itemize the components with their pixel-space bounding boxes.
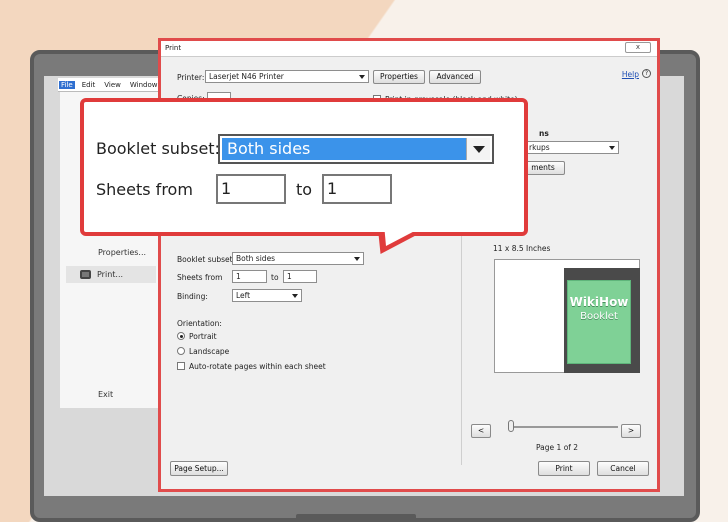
advanced-button[interactable]: Advanced xyxy=(429,70,481,84)
print-button[interactable]: Print xyxy=(538,461,590,476)
binding-label: Binding: xyxy=(177,292,208,301)
page-slider-track[interactable] xyxy=(508,426,618,428)
callout-booklet-subset-value: Both sides xyxy=(222,138,466,160)
callout-booklet-subset-label: Booklet subset: xyxy=(96,139,220,158)
previous-page-button[interactable]: < xyxy=(471,424,491,438)
cancel-button[interactable]: Cancel xyxy=(597,461,649,476)
orientation-label: Orientation: xyxy=(177,319,222,328)
portrait-label: Portrait xyxy=(189,332,217,341)
menu-file[interactable]: File xyxy=(59,80,75,89)
binding-select[interactable]: Left xyxy=(232,289,302,302)
sheets-from-field[interactable]: 1 xyxy=(232,270,267,283)
file-menu-exit[interactable]: Exit xyxy=(98,390,113,399)
preview-title: WikiHow xyxy=(569,295,629,309)
printer-icon xyxy=(80,270,91,279)
printer-select-value: Laserjet N46 Printer xyxy=(209,72,284,81)
menu-edit[interactable]: Edit xyxy=(80,81,98,89)
help-icon[interactable]: ? xyxy=(642,69,651,78)
help-link[interactable]: Help xyxy=(622,70,639,79)
chevron-down-icon xyxy=(609,146,615,150)
file-menu-print-label: Print... xyxy=(97,270,124,279)
close-icon[interactable]: x xyxy=(625,42,651,53)
portrait-radio[interactable] xyxy=(177,332,185,340)
comments-select[interactable]: rkups xyxy=(525,141,619,154)
booklet-subset-select[interactable]: Both sides xyxy=(232,252,364,265)
landscape-radio[interactable] xyxy=(177,347,185,355)
callout-sheets-to-field[interactable]: 1 xyxy=(322,174,392,204)
properties-button[interactable]: Properties xyxy=(373,70,425,84)
comments-select-value: rkups xyxy=(529,143,550,152)
file-menu-properties[interactable]: Properties... xyxy=(98,248,146,257)
booklet-subset-value: Both sides xyxy=(236,254,276,263)
booklet-subset-label: Booklet subset: xyxy=(177,255,236,264)
page-slider-thumb[interactable] xyxy=(508,420,514,432)
sheets-from-label: Sheets from xyxy=(177,273,223,282)
dialog-title: Print xyxy=(165,44,182,52)
callout-pointer-fill xyxy=(375,224,429,246)
printer-select[interactable]: Laserjet N46 Printer xyxy=(205,70,369,83)
magnified-callout: Booklet subset: Both sides Sheets from 1… xyxy=(80,98,528,236)
binding-value: Left xyxy=(236,291,251,300)
sheets-to-field[interactable]: 1 xyxy=(283,270,317,283)
callout-sheets-to-label: to xyxy=(296,180,313,199)
autorotate-checkbox[interactable] xyxy=(177,362,185,370)
chevron-down-icon xyxy=(359,75,365,79)
sheets-to-label: to xyxy=(271,273,279,282)
preview-page: WikiHow Booklet xyxy=(564,268,640,373)
print-preview: WikiHow Booklet xyxy=(494,259,640,373)
menu-view[interactable]: View xyxy=(102,81,123,89)
landscape-label: Landscape xyxy=(189,347,230,356)
chevron-down-icon xyxy=(292,294,298,298)
preview-booklet: WikiHow Booklet xyxy=(567,280,631,364)
paper-size-label: 11 x 8.5 Inches xyxy=(493,244,551,253)
printer-label: Printer: xyxy=(177,73,205,82)
app-menubar: File Edit View Window xyxy=(58,78,162,92)
comments-heading: ns xyxy=(539,129,549,138)
page-setup-button[interactable]: Page Setup... xyxy=(170,461,228,476)
chevron-down-icon[interactable] xyxy=(466,138,490,160)
chevron-down-icon xyxy=(354,257,360,261)
callout-sheets-from-label: Sheets from xyxy=(96,180,193,199)
preview-subtitle: Booklet xyxy=(580,311,618,322)
autorotate-label: Auto-rotate pages within each sheet xyxy=(189,362,326,371)
callout-booklet-subset-select[interactable]: Both sides xyxy=(218,134,494,164)
next-page-button[interactable]: > xyxy=(621,424,641,438)
monitor-stand xyxy=(296,514,416,522)
dialog-titlebar: Print x xyxy=(161,41,657,57)
page-indicator: Page 1 of 2 xyxy=(536,443,579,452)
file-menu-print[interactable]: Print... xyxy=(66,266,156,283)
callout-sheets-from-field[interactable]: 1 xyxy=(216,174,286,204)
menu-window[interactable]: Window xyxy=(128,81,160,89)
